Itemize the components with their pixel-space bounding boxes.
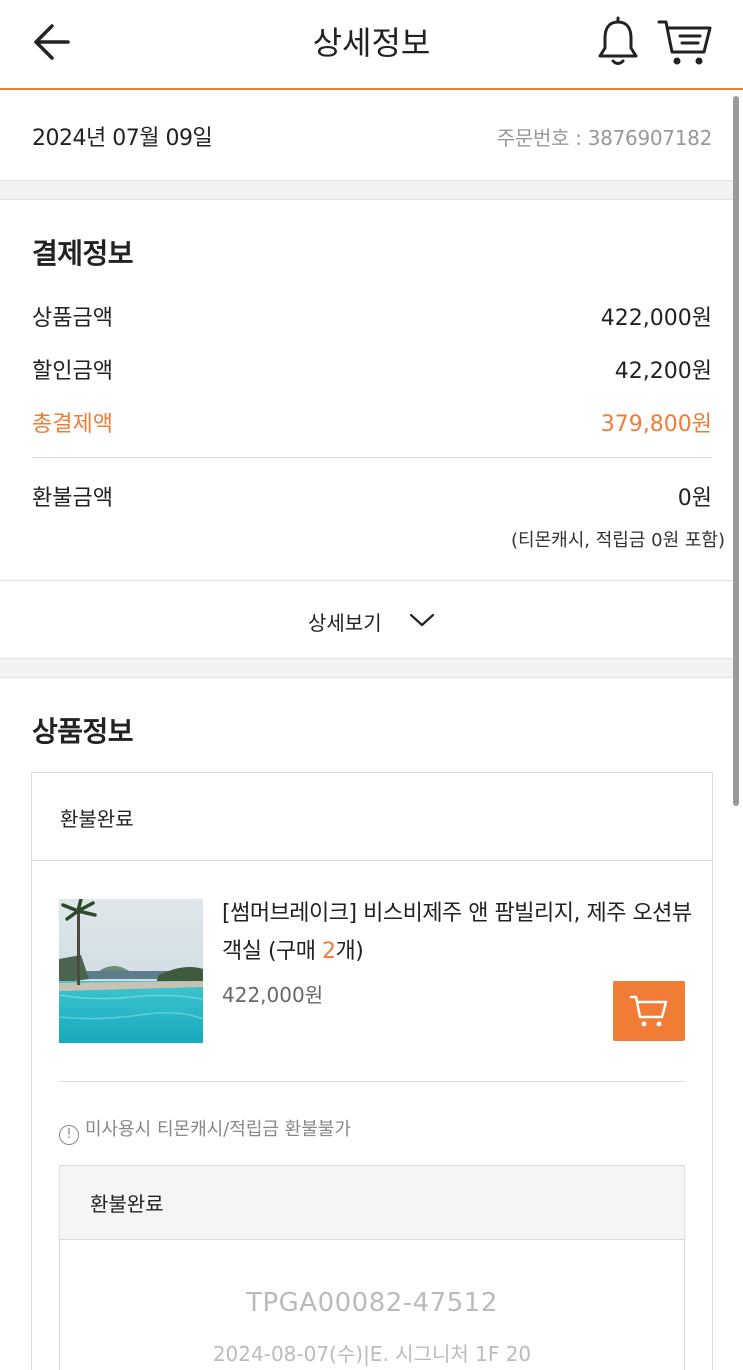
product-amount-label: 상품금액 [32,306,113,331]
order-number: 주문번호 : 3876907182 [496,122,713,151]
refund-amount-label: 환불금액 [32,486,113,511]
refund-note: (티몬캐시, 적립금 0원 포함) [511,530,725,551]
view-details-button[interactable]: 상세보기 [0,580,733,658]
product-card: 환불완료 [썸머브레이크] 비스비제주 앤 팜빌리지, 제주 오션뷰 객실 (구… [31,772,713,1370]
bell-icon[interactable] [595,16,641,68]
ticket-date-info: 2024-08-07(수)|E. 시그니처 1F 20 [212,1342,532,1366]
refund-notice-text: 미사용시 티몬캐시/적립금 환불불가 [85,1119,351,1140]
resort-pool-image [59,899,203,1043]
refund-notice: ! 미사용시 티몬캐시/적립금 환불불가 [59,1115,351,1145]
order-number-label: 주문번호 : [496,126,588,150]
ticket-card: 환불완료 TPGA00082-47512 2024-08-07(수)|E. 시그… [59,1165,685,1370]
cart-icon [629,995,668,1027]
product-name-prefix: [썸머브레이크] 비스비제주 앤 팜빌리지, 제주 오션뷰 객실 (구매 [222,901,692,964]
order-date: 2024년 07월 09일 [32,126,213,151]
cart-icon[interactable] [656,16,714,68]
product-status: 환불완료 [60,807,134,831]
info-icon: ! [59,1125,79,1145]
product-section-title: 상품정보 [32,715,134,748]
product-amount-row: 상품금액 422,000원 [32,300,712,336]
product-thumbnail[interactable] [59,899,203,1043]
total-payment-label: 총결제액 [32,412,113,437]
divider [59,1081,685,1082]
product-name[interactable]: [썸머브레이크] 비스비제주 앤 팜빌리지, 제주 오션뷰 객실 (구매 2개) [222,895,692,971]
ticket-status: 환불완료 [90,1192,164,1216]
discount-row: 할인금액 42,200원 [32,353,712,389]
ticket-header: 환불완료 [60,1166,684,1240]
app-header: 상세정보 [0,0,743,90]
discount-label: 할인금액 [32,359,113,384]
view-details-label: 상세보기 [308,611,382,635]
total-payment-value: 379,800원 [600,412,712,437]
divider [32,457,712,458]
section-gap [0,658,733,678]
section-gap [0,180,733,200]
total-payment-row: 총결제액 379,800원 [32,406,712,442]
product-amount-value: 422,000원 [600,306,712,331]
product-name-suffix: 개) [335,939,364,964]
refund-amount-value: 0원 [677,486,712,511]
discount-value: 42,200원 [614,359,712,384]
order-summary-row: 2024년 07월 09일 주문번호 : 3876907182 [0,92,730,180]
scrollbar[interactable] [733,96,739,806]
refund-amount-row: 환불금액 0원 [32,480,712,516]
product-price: 422,000원 [222,983,324,1007]
add-to-cart-button[interactable] [613,981,685,1041]
order-number-value: 3876907182 [587,126,713,150]
chevron-down-icon [409,613,435,627]
payment-section-title: 결제정보 [32,237,134,270]
product-quantity: 2 [322,939,336,964]
divider [32,860,712,861]
ticket-code: TPGA00082-47512 [246,1288,498,1318]
